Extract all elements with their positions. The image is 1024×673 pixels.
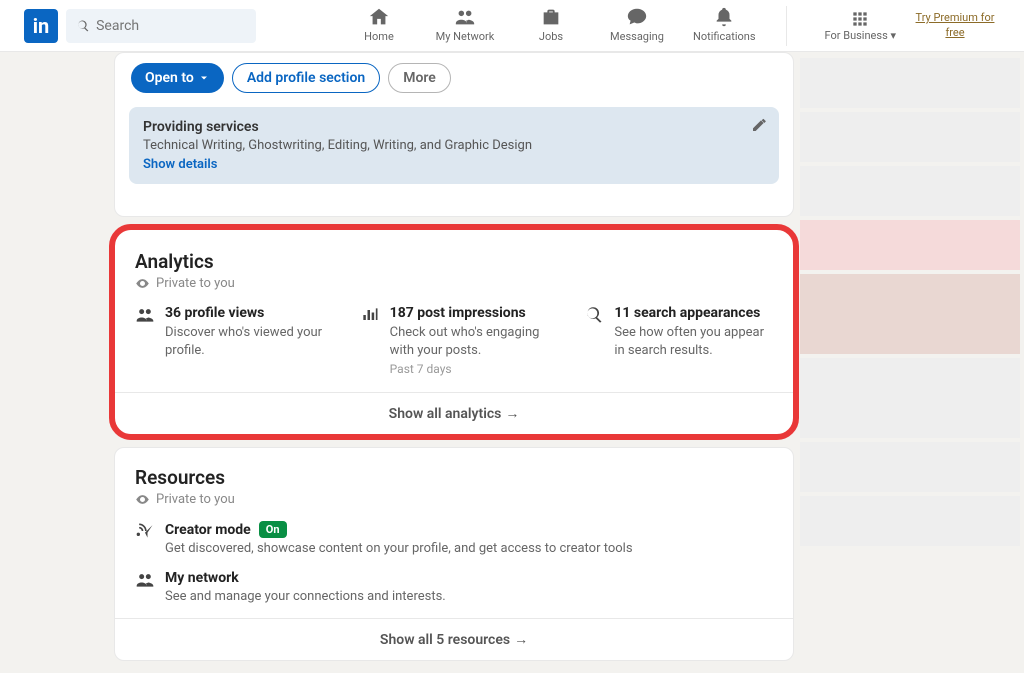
private-to-you-label: Private to you [135, 276, 773, 291]
nav-label: Notifications [693, 30, 756, 43]
services-title: Providing services [143, 119, 765, 135]
grid-icon [850, 9, 870, 29]
search-input[interactable] [96, 18, 246, 34]
nav-network[interactable]: My Network [435, 6, 495, 46]
nav-label: Home [364, 30, 394, 43]
arrow-right-icon: → [505, 406, 519, 422]
on-badge: On [259, 521, 287, 538]
providing-services-card[interactable]: Providing services Technical Writing, Gh… [129, 107, 779, 184]
search-icon [76, 18, 90, 34]
add-profile-section-button[interactable]: Add profile section [232, 63, 380, 93]
stat-title: 11 search appearances [614, 305, 773, 321]
stat-post-impressions[interactable]: 187 post impressions Check out who's eng… [360, 305, 549, 376]
bar-chart-icon [360, 305, 380, 325]
resource-sub: Get discovered, showcase content on your… [165, 541, 633, 556]
people-icon [135, 305, 155, 325]
resource-sub: See and manage your connections and inte… [165, 589, 446, 604]
stat-sub: Discover who's viewed your profile. [165, 324, 324, 359]
resource-my-network[interactable]: My network See and manage your connectio… [135, 570, 773, 604]
analytics-heading: Analytics [135, 250, 773, 273]
briefcase-icon [540, 6, 562, 28]
nav-divider [786, 6, 787, 46]
chevron-down-icon [198, 72, 210, 84]
people-icon [135, 570, 155, 590]
stat-sub: Check out who's engaging with your posts… [390, 324, 549, 359]
nav-label: My Network [436, 30, 495, 43]
home-icon [368, 6, 390, 28]
show-all-analytics[interactable]: Show all analytics→ [115, 392, 793, 434]
search-box[interactable] [66, 9, 256, 43]
stat-profile-views[interactable]: 36 profile views Discover who's viewed y… [135, 305, 324, 376]
edit-services-button[interactable] [751, 117, 767, 137]
resource-title: My network [165, 570, 446, 586]
for-business-menu[interactable]: For Business ▾ [825, 9, 896, 42]
linkedin-logo[interactable]: in [24, 9, 58, 43]
stat-search-appearances[interactable]: 11 search appearances See how often you … [584, 305, 773, 376]
nav-label: Messaging [610, 30, 664, 43]
people-icon [454, 6, 476, 28]
top-navigation: in Home My Network Jobs Messaging Notifi… [0, 0, 1024, 52]
analytics-stats: 36 profile views Discover who's viewed y… [135, 305, 773, 376]
nav-jobs[interactable]: Jobs [521, 6, 581, 46]
stat-meta: Past 7 days [390, 362, 549, 376]
business-label: For Business ▾ [825, 29, 896, 42]
satellite-icon [135, 521, 155, 541]
profile-action-row: Open to Add profile section More [131, 63, 793, 93]
bell-icon [713, 6, 735, 28]
premium-link[interactable]: Try Premium for free [910, 11, 1000, 40]
show-all-resources[interactable]: Show all 5 resources→ [115, 618, 793, 660]
resource-creator-mode[interactable]: Creator mode On Get discovered, showcase… [135, 521, 773, 556]
nav-messaging[interactable]: Messaging [607, 6, 667, 46]
nav-notifications[interactable]: Notifications [693, 6, 756, 46]
resource-title: Creator mode [165, 522, 251, 538]
nav-home[interactable]: Home [349, 6, 409, 46]
message-icon [626, 6, 648, 28]
resources-card: Resources Private to you Creator mode On… [114, 447, 794, 661]
search-icon [584, 305, 604, 325]
stat-sub: See how often you appear in search resul… [614, 324, 773, 359]
more-button[interactable]: More [388, 63, 451, 93]
eye-icon [135, 276, 150, 291]
open-to-button[interactable]: Open to [131, 63, 224, 93]
resources-heading: Resources [135, 466, 773, 489]
stat-title: 187 post impressions [390, 305, 549, 321]
services-text: Technical Writing, Ghostwriting, Editing… [143, 138, 765, 153]
nav-label: Jobs [539, 30, 563, 43]
nav-items: Home My Network Jobs Messaging Notificat… [349, 6, 1000, 46]
stat-title: 36 profile views [165, 305, 324, 321]
arrow-right-icon: → [514, 632, 528, 648]
services-show-details[interactable]: Show details [143, 157, 765, 172]
pencil-icon [751, 117, 767, 133]
business-section: For Business ▾ Try Premium for free [825, 6, 1000, 46]
right-sidebar-redacted [800, 52, 1020, 673]
analytics-card: Analytics Private to you 36 profile view… [114, 229, 794, 435]
